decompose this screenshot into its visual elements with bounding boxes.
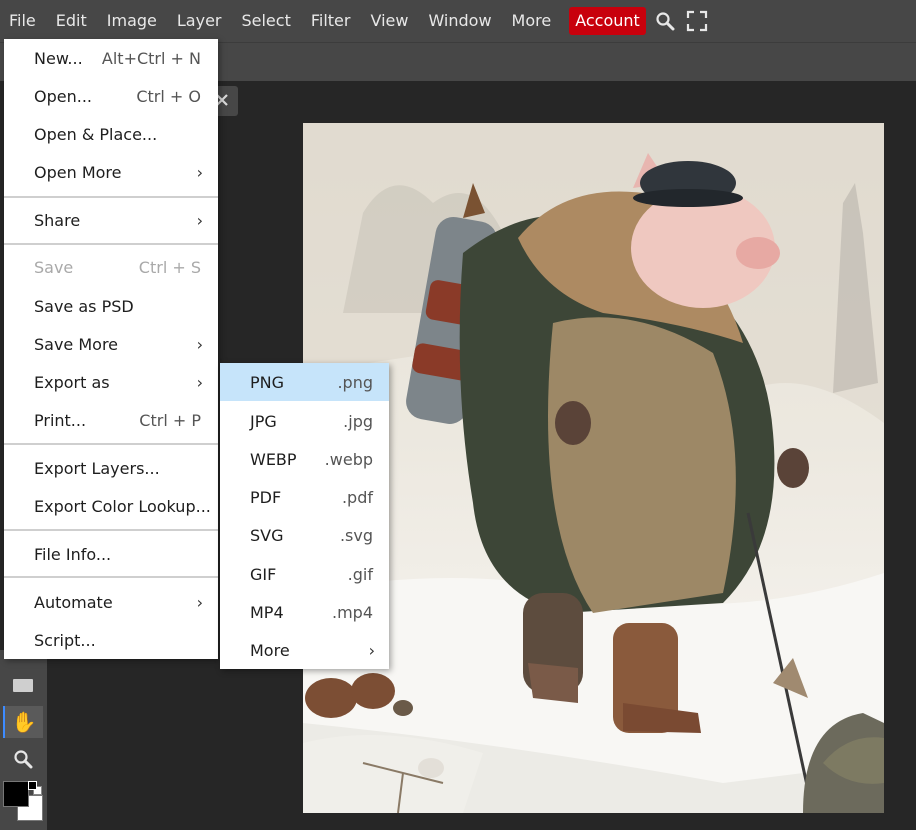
menu-item-label: Open... <box>34 86 92 106</box>
export-gif[interactable]: GIF .gif <box>220 555 389 593</box>
menu-item-script[interactable]: Script... <box>4 621 218 659</box>
default-colors-icon-back <box>28 781 37 790</box>
menu-item-open-more[interactable]: Open More › <box>4 153 218 191</box>
extension-label: .png <box>337 372 373 392</box>
rectangle-tool[interactable] <box>3 670 43 702</box>
hand-icon: ✋ <box>11 710 37 734</box>
fullscreen-icon[interactable] <box>678 0 716 42</box>
menu-item-label: Print... <box>34 410 87 430</box>
extension-label: .jpg <box>343 411 373 431</box>
menu-item-label: Export Color Lookup... <box>34 496 211 516</box>
chevron-right-icon: › <box>196 210 203 230</box>
menu-view[interactable]: View <box>360 0 418 42</box>
menu-image[interactable]: Image <box>97 0 167 42</box>
menu-window[interactable]: Window <box>418 0 501 42</box>
menu-item-print[interactable]: Print... Ctrl + P <box>4 401 218 439</box>
menu-item-label: Share <box>34 210 81 230</box>
shortcut-label: Ctrl + O <box>136 86 201 106</box>
menu-item-share[interactable]: Share › <box>4 201 218 239</box>
menu-item-label: Open More <box>34 162 122 182</box>
menu-item-label: Save as PSD <box>34 296 134 316</box>
hand-tool[interactable]: ✋ <box>3 706 43 738</box>
menu-file[interactable]: File <box>0 0 46 42</box>
menu-item-label: New... <box>34 48 83 68</box>
file-menu: New... Alt+Ctrl + N Open... Ctrl + O Ope… <box>4 39 218 659</box>
menu-item-export-color-lookup[interactable]: Export Color Lookup... <box>4 487 218 525</box>
pig-illustration <box>303 123 884 813</box>
extension-label: .mp4 <box>331 602 373 622</box>
menu-item-label: Save More <box>34 334 119 354</box>
menu-item-label: Save <box>34 257 74 277</box>
chevron-right-icon: › <box>368 640 375 660</box>
menu-item-label: File Info... <box>34 544 112 564</box>
menu-item-automate[interactable]: Automate › <box>4 583 218 621</box>
menu-item-label: Script... <box>34 630 96 650</box>
menu-item-label: Open & Place... <box>34 124 158 144</box>
rectangle-icon <box>13 679 33 692</box>
menu-item-export-layers[interactable]: Export Layers... <box>4 449 218 487</box>
menu-item-export-as[interactable]: Export as › <box>4 363 218 401</box>
menu-bar: File Edit Image Layer Select Filter View… <box>0 0 916 42</box>
foreground-color-swatch[interactable] <box>3 781 29 807</box>
chevron-right-icon: › <box>196 592 203 612</box>
format-label: JPG <box>250 411 277 431</box>
zoom-icon <box>14 750 33 769</box>
menu-item-save-psd[interactable]: Save as PSD <box>4 287 218 325</box>
menu-item-label: Automate <box>34 592 113 612</box>
menu-item-label: Export Layers... <box>34 458 160 478</box>
menu-item-new[interactable]: New... Alt+Ctrl + N <box>4 39 218 77</box>
zoom-tool[interactable] <box>3 743 43 775</box>
export-jpg[interactable]: JPG .jpg <box>220 402 389 440</box>
menu-divider <box>4 529 218 531</box>
menu-layer[interactable]: Layer <box>167 0 232 42</box>
menu-item-save: Save Ctrl + S <box>4 248 218 286</box>
menu-item-open-place[interactable]: Open & Place... <box>4 115 218 153</box>
menu-filter[interactable]: Filter <box>301 0 361 42</box>
chevron-right-icon: › <box>196 372 203 392</box>
chevron-right-icon: › <box>196 334 203 354</box>
menu-divider <box>4 576 218 578</box>
extension-label: .webp <box>324 449 373 469</box>
menu-divider <box>4 243 218 245</box>
menu-item-save-more[interactable]: Save More › <box>4 325 218 363</box>
account-button[interactable]: Account <box>569 7 646 35</box>
menu-item-open[interactable]: Open... Ctrl + O <box>4 77 218 115</box>
menu-edit[interactable]: Edit <box>46 0 97 42</box>
menu-item-label: Export as <box>34 372 110 392</box>
format-label: PDF <box>250 487 282 507</box>
menu-more[interactable]: More <box>502 0 562 42</box>
shortcut-label: Ctrl + S <box>138 257 201 277</box>
chevron-right-icon: › <box>196 162 203 182</box>
export-png[interactable]: PNG .png <box>220 363 389 401</box>
format-label: SVG <box>250 525 284 545</box>
format-label: WEBP <box>250 449 297 469</box>
export-submenu: PNG .png JPG .jpg WEBP .webp PDF .pdf SV… <box>220 363 389 669</box>
format-label: More <box>250 640 290 660</box>
menu-select[interactable]: Select <box>231 0 300 42</box>
format-label: PNG <box>250 372 285 392</box>
extension-label: .pdf <box>341 487 373 507</box>
menu-divider <box>4 196 218 198</box>
extension-label: .gif <box>347 564 373 584</box>
export-more[interactable]: More › <box>220 631 389 669</box>
shortcut-label: Alt+Ctrl + N <box>101 48 201 68</box>
export-svg[interactable]: SVG .svg <box>220 516 389 554</box>
export-mp4[interactable]: MP4 .mp4 <box>220 593 389 631</box>
extension-label: .svg <box>339 525 373 545</box>
shortcut-label: Ctrl + P <box>139 410 201 430</box>
canvas-image[interactable] <box>303 123 884 813</box>
format-label: GIF <box>250 564 277 584</box>
export-webp[interactable]: WEBP .webp <box>220 440 389 478</box>
menu-item-file-info[interactable]: File Info... <box>4 535 218 573</box>
export-pdf[interactable]: PDF .pdf <box>220 478 389 516</box>
menu-divider <box>4 443 218 445</box>
format-label: MP4 <box>250 602 284 622</box>
